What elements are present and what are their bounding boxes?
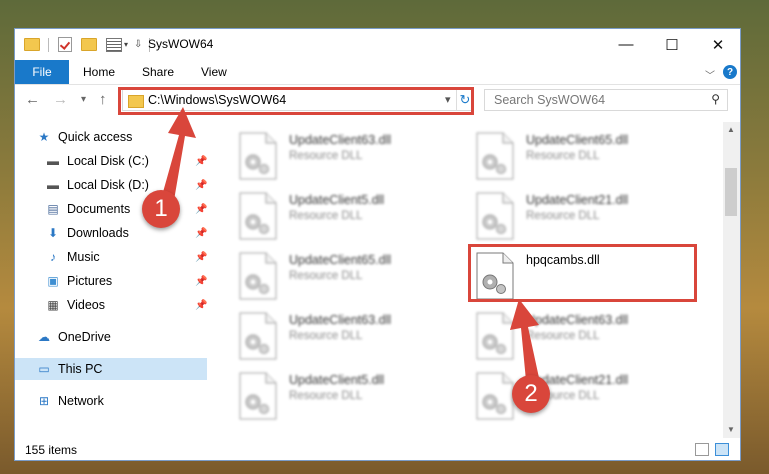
- callout-badge-2: 2: [512, 375, 550, 413]
- callout-badge-1: 1: [142, 190, 180, 228]
- callout-arrows: [158, 107, 541, 391]
